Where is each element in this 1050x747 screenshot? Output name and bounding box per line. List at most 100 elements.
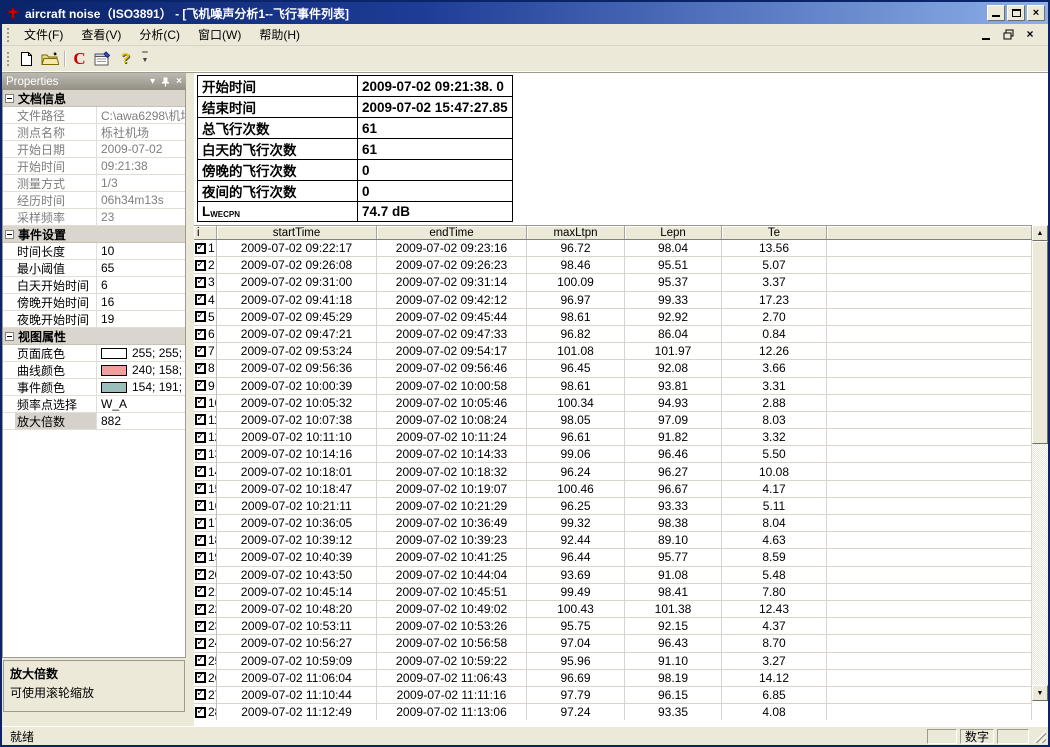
table-row[interactable]: ✓ 32009-07-02 09:31:002009-07-02 09:31:1… [194, 274, 1032, 291]
panel-chevron-down-icon[interactable]: ▾ [150, 76, 155, 87]
row-checkbox[interactable]: ✓ [195, 432, 206, 443]
table-row[interactable]: ✓ 192009-07-02 10:40:392009-07-02 10:41:… [194, 549, 1032, 566]
mdi-close-button[interactable]: × [1024, 29, 1036, 40]
row-checkbox[interactable]: ✓ [195, 449, 206, 460]
property-value[interactable]: 16 [97, 294, 185, 310]
table-row[interactable]: ✓ 162009-07-02 10:21:112009-07-02 10:21:… [194, 498, 1032, 515]
table-row[interactable]: ✓ 22009-07-02 09:26:082009-07-02 09:26:2… [194, 257, 1032, 274]
property-value[interactable]: W_A [97, 396, 185, 412]
row-checkbox[interactable]: ✓ [195, 552, 206, 563]
table-row[interactable]: ✓ 202009-07-02 10:43:502009-07-02 10:44:… [194, 567, 1032, 584]
row-checkbox[interactable]: ✓ [195, 707, 206, 718]
table-row[interactable]: ✓ 262009-07-02 11:06:042009-07-02 11:06:… [194, 670, 1032, 687]
row-checkbox[interactable]: ✓ [195, 277, 206, 288]
minimize-button[interactable] [987, 5, 1005, 21]
column-header-Te[interactable]: Te [722, 226, 827, 239]
row-checkbox[interactable]: ✓ [195, 672, 206, 683]
table-row[interactable]: ✓ 62009-07-02 09:47:212009-07-02 09:47:3… [194, 326, 1032, 343]
color-swatch[interactable] [101, 382, 127, 393]
property-value[interactable]: 06h34m13s [97, 192, 185, 208]
property-value[interactable]: 2009-07-02 [97, 141, 185, 157]
row-checkbox[interactable]: ✓ [195, 397, 206, 408]
column-header-Lepn[interactable]: Lepn [625, 226, 722, 239]
vertical-scrollbar[interactable]: ▲ ▼ [1032, 225, 1048, 701]
row-checkbox[interactable]: ✓ [195, 689, 206, 700]
panel-splitter[interactable] [186, 73, 194, 726]
property-value[interactable]: 255; 255; 25 [97, 345, 185, 361]
table-row[interactable]: ✓ 52009-07-02 09:45:292009-07-02 09:45:4… [194, 309, 1032, 326]
scrollbar-thumb[interactable] [1032, 241, 1048, 444]
property-value[interactable]: 23 [97, 209, 185, 225]
menu-item-分析(C)[interactable]: 分析(C) [130, 24, 189, 45]
property-value[interactable]: 09:21:38 [97, 158, 185, 174]
property-value[interactable]: 240; 158; 15 [97, 362, 185, 378]
table-row[interactable]: ✓ 132009-07-02 10:14:162009-07-02 10:14:… [194, 446, 1032, 463]
table-row[interactable]: ✓ 42009-07-02 09:41:182009-07-02 09:42:1… [194, 292, 1032, 309]
table-row[interactable]: ✓ 72009-07-02 09:53:242009-07-02 09:54:1… [194, 343, 1032, 360]
resize-grip-icon[interactable] [1033, 730, 1046, 743]
property-value[interactable]: 1/3 [97, 175, 185, 191]
row-checkbox[interactable]: ✓ [195, 483, 206, 494]
property-value[interactable]: 6 [97, 277, 185, 293]
column-header-maxLtpn[interactable]: maxLtpn [527, 226, 625, 239]
property-value[interactable]: C:\awa6298\机场 [97, 107, 185, 123]
row-checkbox[interactable]: ✓ [195, 655, 206, 666]
row-checkbox[interactable]: ✓ [195, 466, 206, 477]
row-checkbox[interactable]: ✓ [195, 363, 206, 374]
table-row[interactable]: ✓ 282009-07-02 11:12:492009-07-02 11:13:… [194, 704, 1032, 720]
row-checkbox[interactable]: ✓ [195, 586, 206, 597]
row-checkbox[interactable]: ✓ [195, 380, 206, 391]
open-file-button[interactable] [38, 48, 61, 70]
table-row[interactable]: ✓ 142009-07-02 10:18:012009-07-02 10:18:… [194, 463, 1032, 480]
table-row[interactable]: ✓ 12009-07-02 09:22:172009-07-02 09:23:1… [194, 240, 1032, 257]
table-row[interactable]: ✓ 182009-07-02 10:39:122009-07-02 10:39:… [194, 532, 1032, 549]
row-checkbox[interactable]: ✓ [195, 535, 206, 546]
table-row[interactable]: ✓ 172009-07-02 10:36:052009-07-02 10:36:… [194, 515, 1032, 532]
table-row[interactable]: ✓ 82009-07-02 09:56:362009-07-02 09:56:4… [194, 360, 1032, 377]
row-checkbox[interactable]: ✓ [195, 294, 206, 305]
close-button[interactable]: × [1027, 5, 1045, 21]
table-row[interactable]: ✓ 212009-07-02 10:45:142009-07-02 10:45:… [194, 584, 1032, 601]
color-swatch[interactable] [101, 365, 127, 376]
row-checkbox[interactable]: ✓ [195, 329, 206, 340]
row-checkbox[interactable]: ✓ [195, 414, 206, 425]
menu-item-窗口(W)[interactable]: 窗口(W) [189, 24, 250, 45]
table-row[interactable]: ✓ 232009-07-02 10:53:112009-07-02 10:53:… [194, 618, 1032, 635]
row-checkbox[interactable]: ✓ [195, 243, 206, 254]
row-checkbox[interactable]: ✓ [195, 500, 206, 511]
row-checkbox[interactable]: ✓ [195, 621, 206, 632]
column-header-endTime[interactable]: endTime [377, 226, 527, 239]
help-button[interactable]: ? [114, 48, 137, 70]
property-value[interactable]: 154; 191; 18 [97, 379, 185, 395]
property-value[interactable]: 65 [97, 260, 185, 276]
panel-close-icon[interactable]: × [176, 76, 182, 87]
mdi-minimize-button[interactable] [980, 29, 992, 40]
row-checkbox[interactable]: ✓ [195, 604, 206, 615]
menu-item-查看(V)[interactable]: 查看(V) [72, 24, 130, 45]
property-value[interactable]: 栎社机场 [97, 124, 185, 140]
table-row[interactable]: ✓ 222009-07-02 10:48:202009-07-02 10:49:… [194, 601, 1032, 618]
property-section-header[interactable]: 文档信息 [3, 90, 185, 107]
row-checkbox[interactable]: ✓ [195, 346, 206, 357]
table-row[interactable]: ✓ 252009-07-02 10:59:092009-07-02 10:59:… [194, 653, 1032, 670]
property-value[interactable]: 19 [97, 311, 185, 327]
table-row[interactable]: ✓ 112009-07-02 10:07:382009-07-02 10:08:… [194, 412, 1032, 429]
property-section-header[interactable]: 事件设置 [3, 226, 185, 243]
table-row[interactable]: ✓ 92009-07-02 10:00:392009-07-02 10:00:5… [194, 378, 1032, 395]
maximize-button[interactable] [1007, 5, 1025, 21]
row-checkbox[interactable]: ✓ [195, 260, 206, 271]
calibration-button[interactable]: C [68, 48, 91, 70]
panel-pin-icon[interactable] [161, 77, 170, 87]
collapse-minus-icon[interactable] [5, 230, 14, 239]
property-section-header[interactable]: 视图属性 [3, 328, 185, 345]
table-row[interactable]: ✓ 122009-07-02 10:11:102009-07-02 10:11:… [194, 429, 1032, 446]
scroll-down-button[interactable]: ▼ [1032, 685, 1048, 701]
new-file-button[interactable] [15, 48, 38, 70]
table-row[interactable]: ✓ 102009-07-02 10:05:322009-07-02 10:05:… [194, 395, 1032, 412]
mdi-restore-button[interactable] [1002, 29, 1014, 40]
column-header-i[interactable]: i [194, 226, 217, 239]
table-row[interactable]: ✓ 272009-07-02 11:10:442009-07-02 11:11:… [194, 687, 1032, 704]
row-checkbox[interactable]: ✓ [195, 638, 206, 649]
toolbar-overflow-button[interactable]: ▔▼ [139, 49, 151, 69]
color-swatch[interactable] [101, 348, 127, 359]
